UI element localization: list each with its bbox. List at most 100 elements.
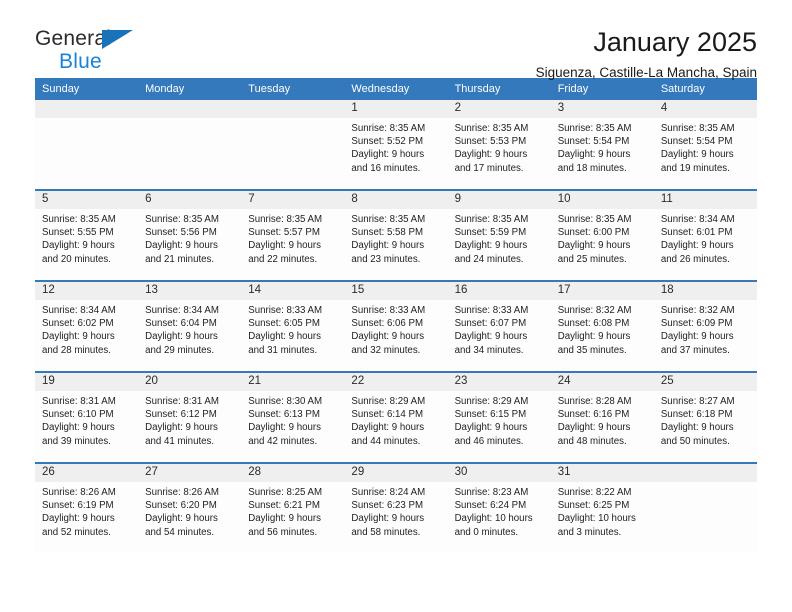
calendar-day-cell[interactable]: 5 Sunrise: 8:35 AM Sunset: 5:55 PM Daylight… <box>35 191 139 280</box>
calendar-day-cell[interactable]: 13 Sunrise: 8:34 AM Sunset: 6:04 PM Dayligh… <box>138 282 242 371</box>
sun-info-line: Daylight: 9 hours <box>557 149 631 161</box>
sun-info-line: Sunset: 5:56 PM <box>145 227 217 239</box>
calendar-day-cell[interactable]: 26 Sunrise: 8:26 AM Sunset: 6:19 PM Dayligh… <box>35 464 139 553</box>
sun-info-line: and 37 minutes. <box>660 344 730 356</box>
sun-info-line: Daylight: 9 hours <box>557 240 631 252</box>
sun-info-line: Sunrise: 8:29 AM <box>351 396 426 407</box>
sun-info: Sunrise: 8:24 AM Sunset: 6:23 PM Daylight:… <box>344 482 447 539</box>
sun-info-line: and 42 minutes. <box>248 435 318 447</box>
sun-info-line: and 46 minutes. <box>454 435 524 447</box>
calendar-day-cell[interactable]: 6 Sunrise: 8:35 AM Sunset: 5:56 PM Daylight… <box>138 191 242 280</box>
sun-info-line: Sunset: 6:00 PM <box>557 227 630 239</box>
sun-info-line: and 50 minutes. <box>660 435 730 447</box>
day-number <box>138 100 242 118</box>
calendar-day-cell[interactable]: 27 Sunrise: 8:26 AM Sunset: 6:20 PM Dayligh… <box>138 464 242 553</box>
sun-info: Sunrise: 8:32 AM Sunset: 6:09 PM Daylight:… <box>654 300 757 357</box>
sun-info-line: Sunrise: 8:25 AM <box>248 487 323 498</box>
sun-info-line: Daylight: 9 hours <box>248 240 321 252</box>
day-number: 1 <box>344 100 448 118</box>
sun-info-line: and 3 minutes. <box>557 526 622 538</box>
day-number: 25 <box>653 373 757 391</box>
calendar-day-cell[interactable]: 9 Sunrise: 8:35 AM Sunset: 5:59 PM Daylight… <box>447 191 551 280</box>
calendar-day-cell[interactable]: 15 Sunrise: 8:33 AM Sunset: 6:06 PM Dayligh… <box>344 282 448 371</box>
day-number: 6 <box>138 191 242 209</box>
calendar-day-cell[interactable]: 24 Sunrise: 8:28 AM Sunset: 6:16 PM Dayligh… <box>550 373 654 462</box>
calendar-day-cell[interactable]: 4 Sunrise: 8:35 AM Sunset: 5:54 PM Daylight… <box>653 100 757 189</box>
sun-info-line: and 54 minutes. <box>145 526 215 538</box>
weekday-header-friday: Friday <box>557 83 589 95</box>
sun-info-line: Sunrise: 8:35 AM <box>557 214 632 225</box>
calendar-day-cell[interactable]: 17 Sunrise: 8:32 AM Sunset: 6:08 PM Dayligh… <box>550 282 654 371</box>
calendar-day-cell[interactable]: 10 Sunrise: 8:35 AM Sunset: 6:00 PM Dayligh… <box>550 191 654 280</box>
calendar-day-cell[interactable]: 3 Sunrise: 8:35 AM Sunset: 5:54 PM Daylight… <box>550 100 654 189</box>
sun-info-line: Daylight: 9 hours <box>454 149 528 161</box>
sun-info-line: Sunset: 6:20 PM <box>145 500 217 512</box>
sun-info-line: Sunrise: 8:32 AM <box>557 305 632 316</box>
sun-info-line: and 20 minutes. <box>42 253 111 265</box>
sun-info-line: Daylight: 9 hours <box>660 240 734 252</box>
day-number: 17 <box>550 282 654 300</box>
generalblue-logo[interactable]: General Blue <box>35 28 155 74</box>
sun-info-line: Sunrise: 8:33 AM <box>248 305 323 316</box>
day-number: 18 <box>653 282 757 300</box>
sun-info-line: Daylight: 9 hours <box>351 149 425 161</box>
day-number: 4 <box>653 100 757 118</box>
sun-info: Sunrise: 8:35 AM Sunset: 5:58 PM Daylight:… <box>344 209 447 266</box>
day-number: 5 <box>35 191 139 209</box>
sun-info-line: Daylight: 9 hours <box>145 331 218 343</box>
sun-info-line: and 32 minutes. <box>351 344 421 356</box>
sun-info-line: Daylight: 10 hours <box>454 513 533 525</box>
weekday-header-tuesday: Tuesday <box>248 83 291 95</box>
calendar-day-cell[interactable]: 18 Sunrise: 8:32 AM Sunset: 6:09 PM Dayligh… <box>653 282 757 371</box>
sun-info-line: Sunrise: 8:26 AM <box>42 487 116 498</box>
sun-info-line: Sunrise: 8:35 AM <box>145 214 219 225</box>
day-number: 24 <box>550 373 654 391</box>
calendar-day-cell[interactable]: 8 Sunrise: 8:35 AM Sunset: 5:58 PM Daylight… <box>344 191 448 280</box>
sun-info-line: Sunset: 6:18 PM <box>660 409 733 421</box>
day-number: 15 <box>344 282 448 300</box>
calendar-day-cell[interactable]: 22 Sunrise: 8:29 AM Sunset: 6:14 PM Dayligh… <box>344 373 448 462</box>
sun-info-line: Sunrise: 8:35 AM <box>42 214 116 225</box>
sun-info: Sunrise: 8:26 AM Sunset: 6:19 PM Daylight:… <box>35 482 138 539</box>
calendar-day-cell[interactable]: 14 Sunrise: 8:33 AM Sunset: 6:05 PM Dayligh… <box>241 282 345 371</box>
sun-info-line: Sunrise: 8:35 AM <box>454 214 529 225</box>
sun-info-line: Sunrise: 8:35 AM <box>454 123 529 134</box>
calendar-day-cell[interactable]: 11 Sunrise: 8:34 AM Sunset: 6:01 PM Dayligh… <box>653 191 757 280</box>
sun-info-line: Sunset: 6:12 PM <box>145 409 217 421</box>
sun-info-line: Daylight: 9 hours <box>351 422 425 434</box>
sun-info: Sunrise: 8:35 AM Sunset: 5:52 PM Daylight:… <box>344 118 447 175</box>
calendar-day-cell[interactable]: 31 Sunrise: 8:22 AM Sunset: 6:25 PM Dayligh… <box>550 464 654 553</box>
sun-info: Sunrise: 8:22 AM Sunset: 6:25 PM Daylight:… <box>551 482 654 539</box>
sun-info: Sunrise: 8:26 AM Sunset: 6:20 PM Daylight:… <box>138 482 241 539</box>
sun-info-line: and 31 minutes. <box>248 344 318 356</box>
sun-info-line: Sunrise: 8:24 AM <box>351 487 426 498</box>
calendar-day-cell[interactable]: 21 Sunrise: 8:30 AM Sunset: 6:13 PM Dayligh… <box>241 373 345 462</box>
sun-info-line: Daylight: 9 hours <box>42 240 115 252</box>
sun-info-line: Sunrise: 8:23 AM <box>454 487 529 498</box>
calendar-day-cell[interactable]: 29 Sunrise: 8:24 AM Sunset: 6:23 PM Dayligh… <box>344 464 448 553</box>
calendar-day-cell[interactable]: 12 Sunrise: 8:34 AM Sunset: 6:02 PM Dayligh… <box>35 282 139 371</box>
calendar-week-row: 26 Sunrise: 8:26 AM Sunset: 6:19 PM Dayligh… <box>35 462 757 553</box>
calendar-day-cell[interactable]: 28 Sunrise: 8:25 AM Sunset: 6:21 PM Dayligh… <box>241 464 345 553</box>
sun-info-line: Daylight: 9 hours <box>145 422 218 434</box>
calendar-day-cell[interactable]: 20 Sunrise: 8:31 AM Sunset: 6:12 PM Dayligh… <box>138 373 242 462</box>
calendar-day-cell-empty <box>35 100 139 189</box>
calendar-day-cell[interactable]: 23 Sunrise: 8:29 AM Sunset: 6:15 PM Dayligh… <box>447 373 551 462</box>
sun-info-line: Daylight: 9 hours <box>248 513 321 525</box>
calendar-weeks: 1 Sunrise: 8:35 AM Sunset: 5:52 PM Daylight… <box>35 100 757 553</box>
calendar-week-row: 1 Sunrise: 8:35 AM Sunset: 5:52 PM Daylight… <box>35 100 757 189</box>
sun-info-line: Sunrise: 8:34 AM <box>42 305 116 316</box>
calendar-day-cell[interactable]: 2 Sunrise: 8:35 AM Sunset: 5:53 PM Daylight… <box>447 100 551 189</box>
calendar-day-cell[interactable]: 7 Sunrise: 8:35 AM Sunset: 5:57 PM Daylight… <box>241 191 345 280</box>
calendar-grid: Sunday Monday Tuesday Wednesday Thursday Frid… <box>35 78 757 553</box>
calendar-day-cell[interactable]: 30 Sunrise: 8:23 AM Sunset: 6:24 PM Dayligh… <box>447 464 551 553</box>
calendar-day-cell[interactable]: 19 Sunrise: 8:31 AM Sunset: 6:10 PM Dayligh… <box>35 373 139 462</box>
sun-info-line: Sunset: 6:02 PM <box>42 318 114 330</box>
sun-info: Sunrise: 8:35 AM Sunset: 5:54 PM Daylight:… <box>654 118 757 175</box>
calendar-day-cell[interactable]: 1 Sunrise: 8:35 AM Sunset: 5:52 PM Daylight… <box>344 100 448 189</box>
sun-info-line: Sunset: 6:05 PM <box>248 318 320 330</box>
calendar-day-cell[interactable]: 25 Sunrise: 8:27 AM Sunset: 6:18 PM Dayligh… <box>653 373 757 462</box>
calendar-day-cell[interactable]: 16 Sunrise: 8:33 AM Sunset: 6:07 PM Dayligh… <box>447 282 551 371</box>
sun-info-line: and 39 minutes. <box>42 435 111 447</box>
sun-info-line: Sunrise: 8:35 AM <box>557 123 632 134</box>
